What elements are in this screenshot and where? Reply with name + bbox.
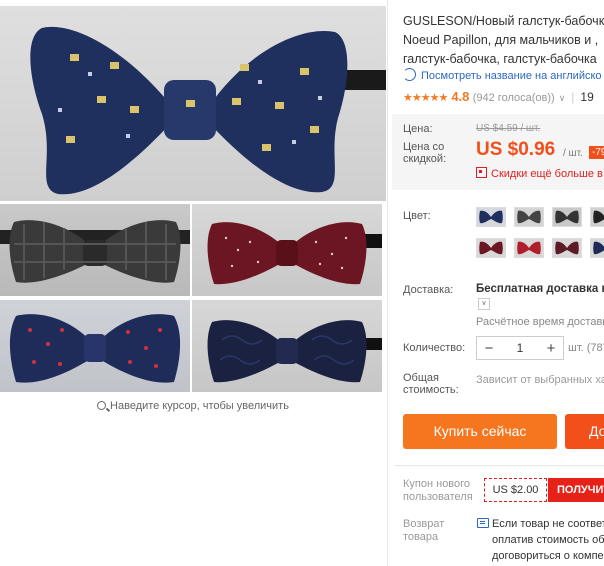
returns-text-line: Если товар не соответс [492,518,604,530]
shipping-label: Доставка: [403,284,454,296]
returns-text-line: оплатив стоимость обр [492,534,604,546]
quantity-input[interactable]: 1 [501,341,539,355]
total-label-line: Общая [403,372,439,384]
color-swatch-black-plaid[interactable] [552,207,582,227]
rating-value: 4.8 [451,89,470,104]
product-title-line: галстук-бабочка, галстук-бабочка [403,52,597,66]
quantity-stepper: − 1 + [476,336,564,360]
returns-text: Если товар не соответс оплатив стоимость… [492,516,604,564]
translate-link-text: Посмотреть название на английско [421,70,602,82]
coupon-amount: US $2.00 [484,478,547,502]
product-title-line: Noeud Papillon, для мальчиков и , [403,33,599,47]
product-thumbnail-navy-paisley[interactable] [192,300,382,392]
orders-count: 19 [580,90,594,104]
quantity-increase-button[interactable]: + [539,340,563,357]
buy-now-button[interactable]: Купить сейчас [403,414,557,449]
discount-badge: -79 [589,146,604,159]
color-swatch-navy[interactable] [590,238,604,258]
rating-votes[interactable]: (942 голоса(ов)) [473,92,555,104]
divider [395,465,604,466]
qr-code-icon [476,167,487,178]
rating-row: ★★★★★ 4.8 (942 голоса(ов)) ∨ | 19 [403,89,594,104]
product-thumbnail-burgundy-dots[interactable] [192,204,382,296]
returns-label-line: Возврат [403,518,445,530]
product-title-line: GUSLESON/Новый галстук-бабочк [403,14,604,28]
magnifier-icon [97,401,107,410]
app-discount-text: Скидки ещё больше в п [491,168,604,180]
shipping-estimate: Расчётное время доставки [476,316,604,328]
shipping-method[interactable]: Бесплатная доставка в R [476,283,604,295]
total-label-line: стоимость: [403,384,459,396]
total-value: Зависит от выбранных хар [476,374,604,386]
get-coupon-button[interactable]: ПОЛУЧИТЬ [548,478,604,502]
color-swatch-gray-pattern[interactable] [514,207,544,227]
returns-label-line: товара [403,531,439,543]
chevron-down-icon[interactable]: ∨ [559,93,566,103]
color-swatch-navy-dogs[interactable] [476,207,506,227]
returns-text-line: договориться о компен [492,550,604,562]
color-swatch-black[interactable] [590,207,604,227]
coupon-label-line: Купон нового [403,478,471,490]
add-to-cart-button[interactable]: До [565,414,604,449]
discount-price-label: Цена со скидкой: [403,141,446,165]
separator: | [571,90,575,104]
zoom-hint: Наведите курсор, чтобы увеличить [0,400,386,412]
coupon-label-line: пользователя [403,491,473,503]
chevron-down-icon[interactable]: ∨ [478,298,490,310]
returns-label: Возврат товара [403,518,444,544]
rating-stars-icon: ★★★★★ [403,92,448,104]
return-policy-icon [477,518,489,528]
total-label: Общая стоимость: [403,372,459,396]
color-label: Цвет: [403,210,431,222]
color-swatch-maroon[interactable] [552,238,582,258]
main-product-image[interactable] [0,6,386,201]
product-title: GUSLESON/Новый галстук-бабочк Noeud Papi… [403,12,604,69]
original-price: US $4.59 / шт. [476,123,541,134]
quantity-decrease-button[interactable]: − [477,340,501,357]
discount-price-label-line: скидкой: [403,153,447,165]
color-swatch-red[interactable] [514,238,544,258]
new-user-coupon-label: Купон нового пользователя [403,478,473,504]
translate-icon [403,68,416,81]
price-unit: / шт. [563,148,583,159]
sale-price: US $0.96 [476,139,556,160]
quantity-unit: шт. (787 [568,342,604,354]
app-discount-link[interactable]: Скидки ещё больше в п [476,167,604,180]
product-thumbnail-black-plaid[interactable] [0,204,190,296]
discount-price-label-line: Цена со [403,141,445,153]
color-swatch-burgundy-dots[interactable] [476,238,506,258]
zoom-hint-text: Наведите курсор, чтобы увеличить [110,400,289,412]
translate-title-link[interactable]: Посмотреть название на английско [403,68,602,82]
quantity-label: Количество: [403,342,466,354]
product-thumbnail-navy-red-dots[interactable] [0,300,190,392]
divider [387,0,388,566]
price-label: Цена: [403,123,433,135]
